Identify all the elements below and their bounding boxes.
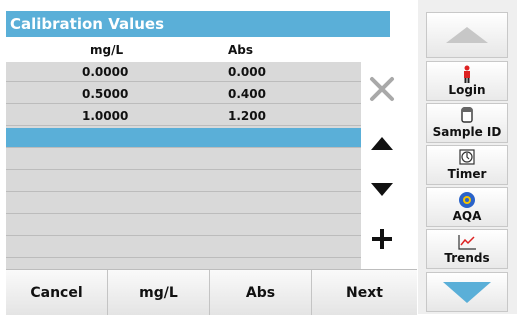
person-icon bbox=[427, 65, 507, 83]
cell-abs: 0.400 bbox=[228, 87, 266, 101]
scroll-down-button[interactable] bbox=[426, 272, 508, 312]
main-area: Calibration Values mg/L Abs 0.0000 0.000… bbox=[0, 0, 401, 314]
plus-icon bbox=[372, 229, 392, 249]
delete-button[interactable] bbox=[363, 68, 401, 110]
table-row[interactable] bbox=[6, 150, 361, 170]
mgl-button[interactable]: mg/L bbox=[108, 270, 210, 315]
page-title: Calibration Values bbox=[6, 11, 390, 37]
aqa-button[interactable]: AQA bbox=[426, 187, 508, 227]
scroll-up-button[interactable] bbox=[426, 12, 508, 58]
cell-mgl: 0.5000 bbox=[82, 87, 129, 101]
sample-vial-icon bbox=[427, 107, 507, 125]
aqa-label: AQA bbox=[452, 209, 482, 223]
right-panel: Login Sample ID Timer AQA Trends bbox=[418, 0, 517, 314]
table-row[interactable] bbox=[6, 216, 361, 236]
triangle-down-icon bbox=[371, 183, 393, 196]
column-header-abs: Abs bbox=[228, 43, 254, 57]
move-up-button[interactable] bbox=[363, 123, 401, 165]
trends-button[interactable]: Trends bbox=[426, 229, 508, 269]
close-icon bbox=[370, 77, 394, 101]
add-button[interactable] bbox=[363, 218, 401, 260]
table-row[interactable] bbox=[6, 172, 361, 192]
table-row[interactable]: 1.0000 1.200 bbox=[6, 106, 361, 126]
sample-id-label: Sample ID bbox=[432, 125, 502, 139]
cell-mgl: 0.0000 bbox=[82, 65, 129, 79]
trends-label: Trends bbox=[444, 251, 490, 265]
timer-button[interactable]: Timer bbox=[426, 145, 508, 185]
sample-id-button[interactable]: Sample ID bbox=[426, 103, 508, 143]
move-down-button[interactable] bbox=[363, 168, 401, 210]
bottom-toolbar: Cancel mg/L Abs Next bbox=[6, 269, 417, 315]
cell-abs: 1.200 bbox=[228, 109, 266, 123]
timer-label: Timer bbox=[447, 167, 487, 181]
table-row[interactable]: 0.5000 0.400 bbox=[6, 84, 361, 104]
aqa-icon bbox=[427, 191, 507, 209]
login-label: Login bbox=[448, 83, 486, 97]
cancel-button[interactable]: Cancel bbox=[6, 270, 108, 315]
triangle-up-icon bbox=[446, 27, 488, 43]
cell-abs: 0.000 bbox=[228, 65, 266, 79]
column-header-mgl: mg/L bbox=[90, 43, 124, 57]
login-button[interactable]: Login bbox=[426, 61, 508, 101]
table-row[interactable] bbox=[6, 194, 361, 214]
timer-icon bbox=[427, 149, 507, 167]
next-button[interactable]: Next bbox=[312, 270, 417, 315]
trend-chart-icon bbox=[427, 233, 507, 251]
column-header: mg/L Abs bbox=[6, 37, 390, 62]
table-row-selected[interactable] bbox=[6, 128, 361, 148]
triangle-down-icon bbox=[443, 282, 491, 303]
calibration-table: 0.0000 0.000 0.5000 0.400 1.0000 1.200 bbox=[6, 62, 361, 272]
table-row[interactable]: 0.0000 0.000 bbox=[6, 62, 361, 82]
triangle-up-icon bbox=[371, 137, 393, 150]
abs-button[interactable]: Abs bbox=[210, 270, 312, 315]
table-row[interactable] bbox=[6, 238, 361, 258]
cell-mgl: 1.0000 bbox=[82, 109, 129, 123]
